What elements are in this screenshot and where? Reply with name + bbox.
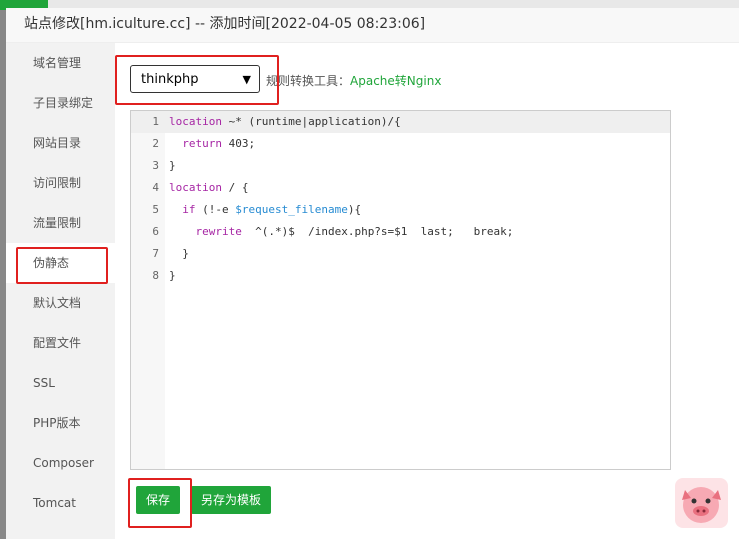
- code-line: 4 location / {: [131, 177, 670, 199]
- sidebar-item[interactable]: 访问限制: [6, 163, 115, 203]
- line-number: 5: [152, 203, 159, 216]
- sidebar-item[interactable]: PHP版本: [6, 403, 115, 443]
- line-number: 8: [152, 269, 159, 282]
- highlight-box: [16, 247, 108, 284]
- line-number: 1: [152, 115, 159, 128]
- dialog-title: 站点修改[hm.iculture.cc] -- 添加时间[2022-04-05 …: [6, 8, 739, 43]
- line-number: 7: [152, 247, 159, 260]
- code-text: }: [169, 247, 189, 260]
- sidebar-item[interactable]: 默认文档: [6, 283, 115, 323]
- code-line: 1 location ~* (runtime|application)/{: [131, 111, 670, 133]
- sidebar-item[interactable]: 配置文件: [6, 323, 115, 363]
- code-text: rewrite ^(.*)$ /index.php?s=$1 last; bre…: [195, 225, 514, 238]
- line-number: 4: [152, 181, 159, 194]
- sidebar-item[interactable]: 网站目录: [6, 123, 115, 163]
- code-line: 8}: [131, 265, 670, 287]
- line-number: 3: [152, 159, 159, 172]
- sidebar-item[interactable]: Tomcat: [6, 483, 115, 523]
- rule-converter: 规则转换工具：Apache转Nginx: [266, 72, 441, 89]
- code-editor[interactable]: 1 location ~* (runtime|application)/{ 2 re…: [130, 110, 671, 470]
- code-text: }: [169, 269, 176, 282]
- sidebar-item[interactable]: 流量限制: [6, 203, 115, 243]
- sidebar-item[interactable]: 子目录绑定: [6, 83, 115, 123]
- sidebar: 域名管理 子目录绑定 网站目录 访问限制 流量限制 伪静态 默认文档 配置文件 SSL PHP版本…: [6, 43, 115, 539]
- code-line: 5 if (!-e $request_filename){: [131, 199, 670, 221]
- pig-mascot-icon[interactable]: [675, 478, 728, 528]
- line-number: 6: [152, 225, 159, 238]
- sidebar-item[interactable]: Composer: [6, 443, 115, 483]
- code-text: }: [169, 159, 176, 172]
- apache-to-nginx-link[interactable]: Apache转Nginx: [350, 74, 441, 88]
- code-line: 7 }: [131, 243, 670, 265]
- code-text: location / {: [169, 181, 249, 194]
- highlight-box: [115, 55, 279, 105]
- code-text: if (!-e $request_filename){: [182, 203, 362, 216]
- code-text: location ~* (runtime|application)/{: [169, 115, 401, 128]
- line-number: 2: [152, 137, 159, 150]
- highlight-box: [128, 478, 192, 528]
- code-line: 6 rewrite ^(.*)$ /index.php?s=$1 last; b…: [131, 221, 670, 243]
- code-line: 2 return 403;: [131, 133, 670, 155]
- code-text: return 403;: [182, 137, 256, 150]
- sidebar-item[interactable]: 域名管理: [6, 43, 115, 83]
- save-as-template-button[interactable]: 另存为模板: [191, 486, 272, 514]
- code-line: 3}: [131, 155, 670, 177]
- sidebar-item[interactable]: SSL: [6, 363, 115, 403]
